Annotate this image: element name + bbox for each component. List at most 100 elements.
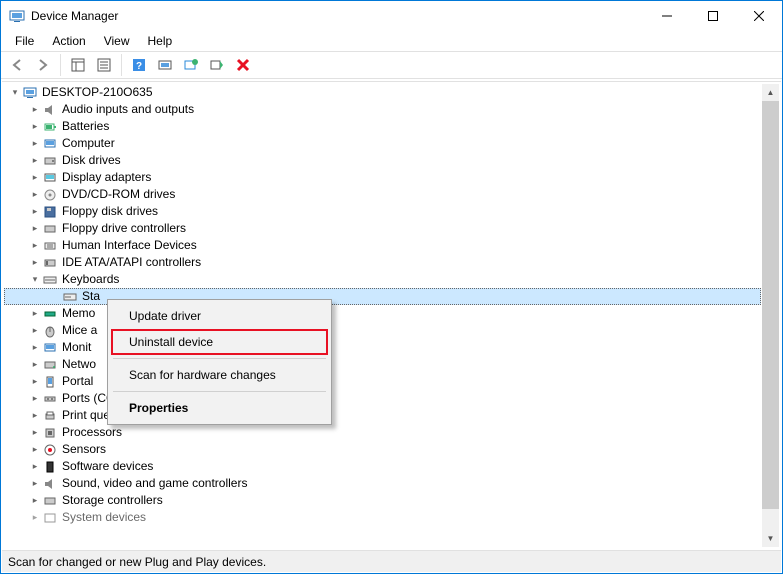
svg-text:?: ? (136, 61, 142, 72)
scroll-up-button[interactable]: ▲ (762, 84, 779, 101)
expand-icon[interactable]: ▸ (28, 237, 42, 254)
forward-button[interactable] (31, 53, 55, 77)
add-legacy-button[interactable] (205, 53, 229, 77)
context-scan-hardware[interactable]: Scan for hardware changes (111, 362, 328, 388)
expand-icon[interactable]: ▸ (28, 169, 42, 186)
tree-item-label: Disk drives (62, 152, 121, 169)
tree-item[interactable]: ▸ Processors (4, 424, 761, 441)
tree-item-keyboards[interactable]: ▾Keyboards (4, 271, 761, 288)
tree-item[interactable]: ▸ Storage controllers (4, 492, 761, 509)
printer-icon (42, 408, 58, 424)
computer-icon (42, 136, 58, 152)
expand-icon[interactable]: ▸ (28, 492, 42, 509)
expand-icon[interactable]: ▸ (28, 373, 42, 390)
tree-item-label: IDE ATA/ATAPI controllers (62, 254, 201, 271)
titlebar: Device Manager (1, 1, 782, 31)
expand-icon[interactable]: ▸ (28, 203, 42, 220)
tree-item-label: Netwo (62, 356, 96, 373)
tree-item[interactable]: ▸Human Interface Devices (4, 237, 761, 254)
tree-item-label: Sensors (62, 441, 106, 458)
tree-item[interactable]: ▸ DVD/CD-ROM drives (4, 186, 761, 203)
scan-hardware-button[interactable] (153, 53, 177, 77)
menu-action[interactable]: Action (44, 32, 93, 50)
expand-icon[interactable]: ▾ (8, 84, 22, 101)
tree-item[interactable]: ▸Floppy disk drives (4, 203, 761, 220)
tree-item-label: Mice a (62, 322, 97, 339)
maximize-button[interactable] (690, 1, 736, 31)
expand-icon[interactable]: ▸ (28, 407, 42, 424)
toolbar-separator (121, 54, 122, 76)
tree-item-label: Sta (82, 288, 100, 305)
collapse-icon[interactable]: ▾ (28, 271, 42, 288)
properties-button[interactable] (92, 53, 116, 77)
tree-item[interactable]: ▸Computer (4, 135, 761, 152)
back-button[interactable] (5, 53, 29, 77)
tree-item[interactable]: ▸ Display adapters (4, 169, 761, 186)
tree-item-label: Storage controllers (62, 492, 163, 509)
keyboard-icon (62, 289, 78, 305)
expand-icon[interactable]: ▸ (28, 390, 42, 407)
expand-icon[interactable]: ▸ (28, 322, 42, 339)
scroll-down-button[interactable]: ▼ (762, 530, 779, 547)
expand-icon[interactable]: ▸ (28, 458, 42, 475)
help-button[interactable]: ? (127, 53, 151, 77)
dvd-icon (42, 187, 58, 203)
tree-item[interactable]: ▸ Batteries (4, 118, 761, 135)
expand-icon[interactable]: ▸ (28, 509, 42, 526)
update-driver-button[interactable] (179, 53, 203, 77)
menu-file[interactable]: File (7, 32, 42, 50)
show-hide-tree-button[interactable] (66, 53, 90, 77)
monitor-icon (42, 340, 58, 356)
expand-icon[interactable]: ▸ (28, 152, 42, 169)
toolbar: ? (1, 51, 782, 79)
tree-item[interactable]: ▸Floppy drive controllers (4, 220, 761, 237)
expand-icon[interactable]: ▸ (28, 441, 42, 458)
scroll-track[interactable] (762, 101, 779, 530)
close-button[interactable] (736, 1, 782, 31)
expand-icon[interactable]: ▸ (28, 254, 42, 271)
cpu-icon (42, 425, 58, 441)
context-properties[interactable]: Properties (111, 395, 328, 421)
expand-icon[interactable]: ▸ (28, 356, 42, 373)
expand-icon[interactable]: ▸ (28, 475, 42, 492)
tree-item-label: Display adapters (62, 169, 151, 186)
menu-help[interactable]: Help (140, 32, 181, 50)
disk-icon (42, 153, 58, 169)
menubar: File Action View Help (1, 31, 782, 51)
context-update-driver[interactable]: Update driver (111, 303, 328, 329)
tree-item-label: Batteries (62, 118, 109, 135)
vertical-scrollbar[interactable]: ▲ ▼ (762, 84, 779, 547)
menu-view[interactable]: View (96, 32, 138, 50)
uninstall-button[interactable] (231, 53, 255, 77)
tree-item[interactable]: ▸ Disk drives (4, 152, 761, 169)
keyboard-icon (42, 272, 58, 288)
statusbar: Scan for changed or new Plug and Play de… (2, 550, 781, 572)
hid-icon (42, 238, 58, 254)
tree-item[interactable]: ▸Audio inputs and outputs (4, 101, 761, 118)
tree-item[interactable]: ▸System devices (4, 509, 761, 526)
expand-icon[interactable]: ▸ (28, 135, 42, 152)
context-uninstall-device[interactable]: Uninstall device (111, 329, 328, 355)
tree-item-label: Processors (62, 424, 122, 441)
tree-item[interactable]: ▸ Sensors (4, 441, 761, 458)
minimize-button[interactable] (644, 1, 690, 31)
toolbar-separator (60, 54, 61, 76)
sensor-icon (42, 442, 58, 458)
tree-item[interactable]: ▸Sound, video and game controllers (4, 475, 761, 492)
tree-item[interactable]: ▸Software devices (4, 458, 761, 475)
tree-item[interactable]: ▸ IDE ATA/ATAPI controllers (4, 254, 761, 271)
expand-icon[interactable]: ▸ (28, 305, 42, 322)
tree-item-label: DVD/CD-ROM drives (62, 186, 175, 203)
battery-icon (42, 119, 58, 135)
storage-icon (42, 493, 58, 509)
content-area: ▾ DESKTOP-210O635 ▸Audio inputs and outp… (2, 81, 781, 549)
scroll-thumb[interactable] (762, 101, 779, 509)
expand-icon[interactable]: ▸ (28, 424, 42, 441)
ide-icon (42, 255, 58, 271)
expand-icon[interactable]: ▸ (28, 220, 42, 237)
expand-icon[interactable]: ▸ (28, 339, 42, 356)
tree-root[interactable]: ▾ DESKTOP-210O635 (4, 84, 761, 101)
expand-icon[interactable]: ▸ (28, 101, 42, 118)
expand-icon[interactable]: ▸ (28, 118, 42, 135)
expand-icon[interactable]: ▸ (28, 186, 42, 203)
